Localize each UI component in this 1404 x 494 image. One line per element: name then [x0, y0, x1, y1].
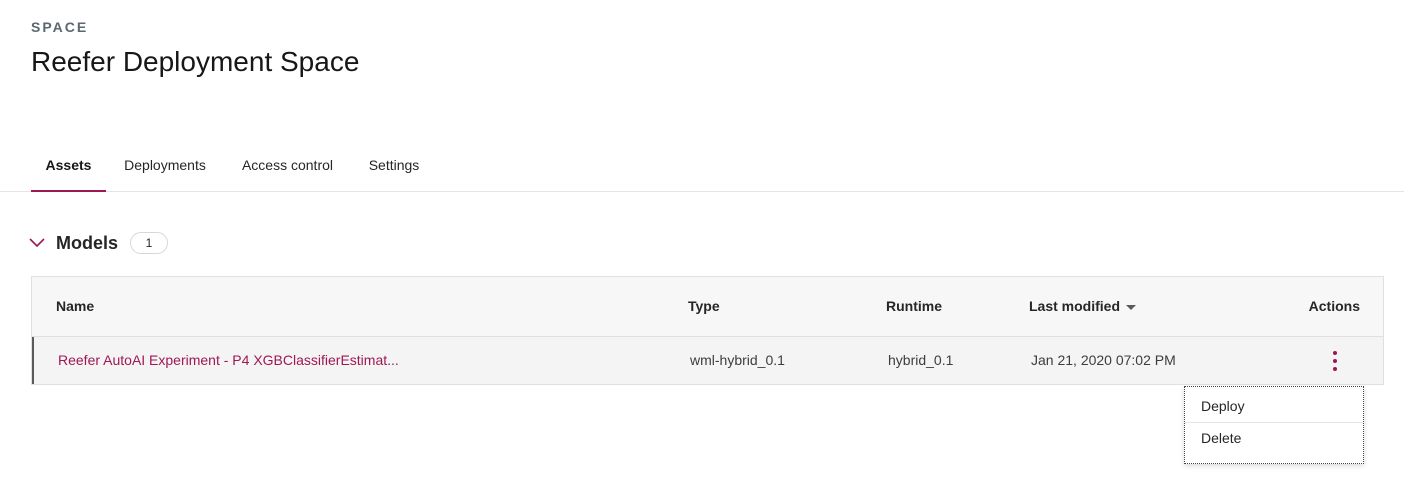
tab-assets[interactable]: Assets	[31, 140, 106, 192]
models-table: Name Type Runtime Last modified Actions …	[31, 276, 1384, 385]
row-actions-menu: Deploy Delete	[1184, 386, 1364, 464]
model-type: wml-hybrid_0.1	[690, 352, 785, 368]
column-header-last-modified-label: Last modified	[1029, 298, 1121, 314]
menu-item-deploy[interactable]: Deploy	[1185, 390, 1363, 422]
column-header-last-modified[interactable]: Last modified	[1029, 298, 1137, 314]
page-title: Reefer Deployment Space	[31, 46, 360, 77]
tab-access-control[interactable]: Access control	[228, 140, 347, 192]
column-header-runtime[interactable]: Runtime	[886, 298, 942, 314]
count-badge: 1	[130, 232, 169, 254]
column-header-type[interactable]: Type	[688, 298, 720, 314]
model-name-link[interactable]: Reefer AutoAI Experiment - P4 XGBClassif…	[58, 352, 399, 368]
tab-deployments[interactable]: Deployments	[110, 140, 220, 192]
models-section-header: Models 1	[28, 228, 169, 258]
model-last-modified: Jan 21, 2020 07:02 PM	[1031, 352, 1176, 368]
chevron-down-icon[interactable]	[28, 234, 46, 252]
space-label: SPACE	[31, 19, 89, 35]
section-title: Models	[56, 232, 119, 253]
overflow-menu-vertical-icon[interactable]	[1327, 349, 1343, 373]
column-header-actions: Actions	[1308, 298, 1360, 314]
model-runtime: hybrid_0.1	[888, 352, 954, 368]
tab-settings[interactable]: Settings	[356, 140, 432, 192]
tab-bar: Assets Deployments Access control Settin…	[0, 140, 1404, 192]
table-row[interactable]: Reefer AutoAI Experiment - P4 XGBClassif…	[32, 337, 1383, 384]
table-header: Name Type Runtime Last modified Actions	[32, 277, 1383, 337]
caret-down-icon	[1126, 304, 1137, 310]
menu-item-delete[interactable]: Delete	[1185, 422, 1363, 454]
column-header-name[interactable]: Name	[56, 298, 94, 314]
